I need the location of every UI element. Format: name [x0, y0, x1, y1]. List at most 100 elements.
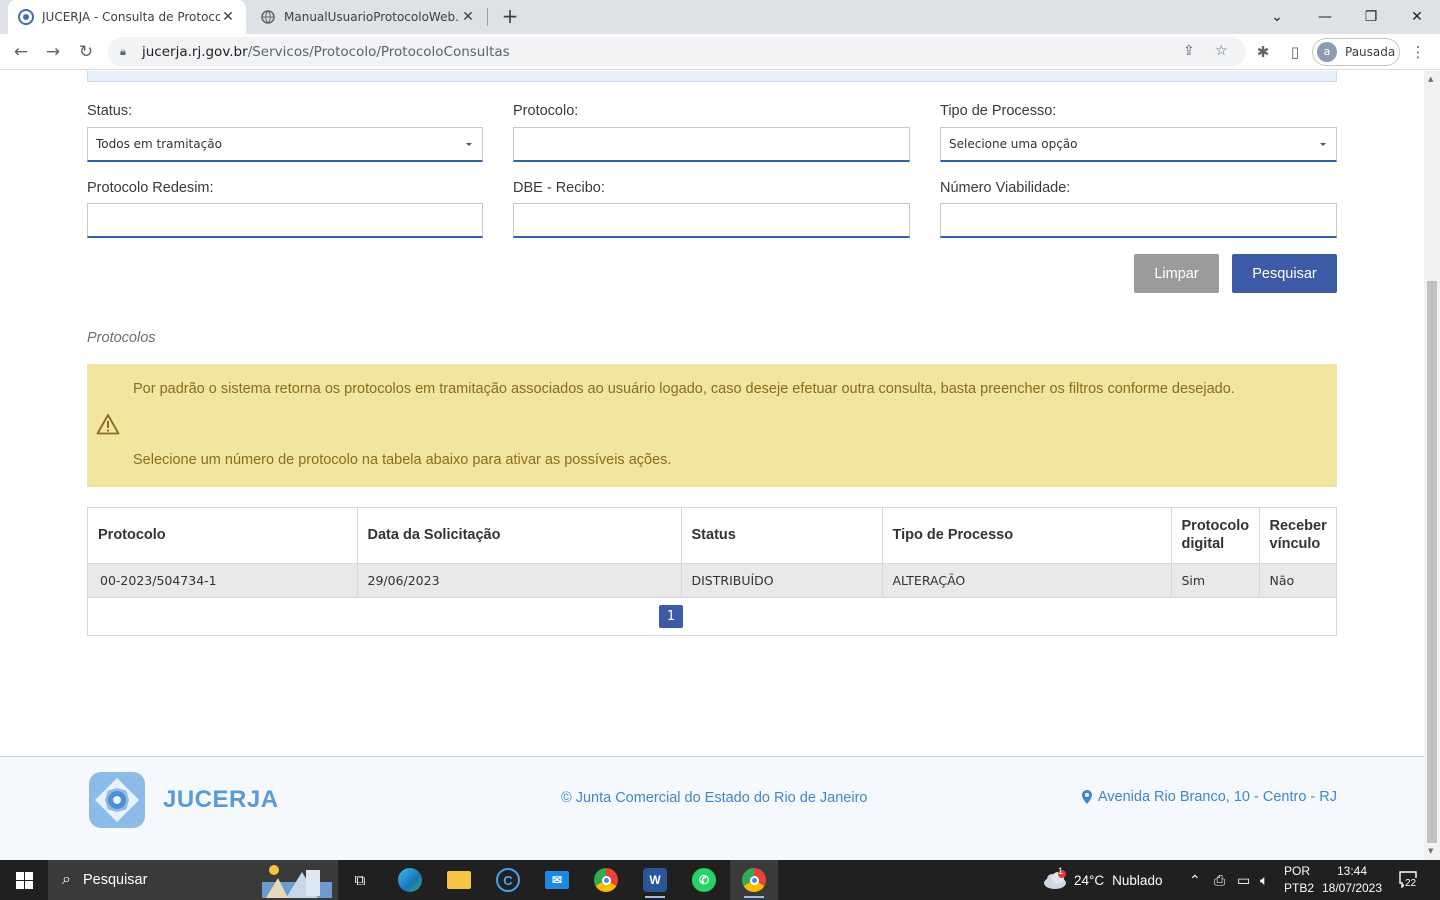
pagination-page-1[interactable]: 1 [659, 605, 683, 628]
task-view-button[interactable]: ⧉ [336, 860, 384, 900]
chevron-up-icon[interactable]: ⌃ [1189, 872, 1201, 889]
taskbar-app-mail[interactable]: ✉ [533, 860, 581, 900]
scroll-up-arrow-icon[interactable]: ▲ [1428, 75, 1433, 83]
search-icon: ⌕ [62, 871, 71, 888]
start-button[interactable] [0, 860, 48, 900]
side-panel-icon[interactable]: ▯ [1285, 42, 1305, 62]
cloud-weather-icon [1044, 870, 1066, 889]
cell-data-solicitacao: 29/06/2023 [357, 563, 682, 598]
footer-address[interactable]: Avenida Rio Branco, 10 - Centro - RJ [1081, 789, 1337, 805]
clock-date: 18/07/2023 [1321, 881, 1383, 895]
search-button[interactable]: Pesquisar [1232, 254, 1337, 293]
task-view-icon: ⧉ [354, 871, 366, 889]
minimize-button[interactable]: — [1302, 0, 1348, 34]
tab-jucerja[interactable]: JUCERJA - Consulta de Protocolo ✕ [8, 0, 246, 34]
search-highlight-illustration [262, 865, 332, 898]
jucerja-favicon-icon [18, 9, 34, 25]
volume-icon[interactable]: 🔈︎ [1260, 872, 1268, 889]
page-viewport: Status: Todos em tramitação Protocolo: T… [0, 71, 1424, 860]
scroll-down-arrow-icon[interactable]: ▼ [1428, 847, 1433, 855]
cell-protocolo[interactable]: 00-2023/504734-1 [88, 563, 358, 598]
weather-desc: Nublado [1112, 872, 1163, 888]
profile-button[interactable]: a Pausada [1312, 38, 1400, 66]
scrollbar-thumb[interactable] [1427, 281, 1437, 843]
lang-code: POR [1284, 864, 1311, 878]
input-language[interactable]: POR PTB2 [1284, 863, 1314, 897]
taskbar-app-chrome-active[interactable] [730, 860, 778, 900]
avatar: a [1317, 42, 1337, 62]
profile-status: Pausada [1345, 45, 1396, 59]
warning-icon [96, 414, 120, 435]
folder-icon [447, 871, 471, 889]
numero-viabilidade-input[interactable] [940, 203, 1337, 238]
dbe-recibo-label: DBE - Recibo: [513, 180, 605, 196]
close-window-button[interactable]: ✕ [1394, 0, 1440, 34]
close-tab-icon[interactable]: ✕ [460, 9, 476, 25]
cell-receber-vinculo: Não [1259, 563, 1336, 598]
new-tab-button[interactable]: + [498, 5, 522, 29]
map-pin-icon [1081, 790, 1092, 804]
taskbar-app-c[interactable]: C [484, 860, 532, 900]
table-row[interactable]: 00-2023/504734-1 29/06/2023 DISTRIBUÍDO … [88, 563, 1336, 598]
protocolo-redesim-label: Protocolo Redesim: [87, 180, 214, 196]
dbe-recibo-input[interactable] [513, 203, 910, 238]
col-header-data-solicitacao[interactable]: Data da Solicitação [357, 508, 682, 564]
taskbar-app-chrome[interactable] [582, 860, 630, 900]
whatsapp-icon: ✆ [692, 868, 716, 892]
status-select-value: Todos em tramitação [96, 137, 222, 151]
browser-menu-icon[interactable]: ⋮ [1408, 42, 1428, 62]
tab-title: ManualUsuarioProtocoloWeb.pdf [284, 10, 460, 24]
clear-button[interactable]: Limpar [1134, 254, 1219, 293]
url-domain: jucerja.rj.gov.br [142, 44, 248, 60]
back-button[interactable]: ← [8, 39, 34, 65]
device-icon[interactable]: ⎙ [1214, 872, 1225, 889]
edge-icon [398, 868, 422, 892]
col-header-protocolo[interactable]: Protocolo [88, 508, 358, 564]
share-icon[interactable]: ⇪ [1183, 43, 1195, 59]
taskbar-search-placeholder: Pesquisar [82, 872, 148, 888]
tab-manual-pdf[interactable]: ManualUsuarioProtocoloWeb.pdf ✕ [250, 0, 486, 34]
protocolo-input[interactable] [513, 127, 910, 162]
footer-brand: JUCERJA [163, 786, 279, 813]
col-header-tipo-processo[interactable]: Tipo de Processo [882, 508, 1172, 564]
site-footer: JUCERJA © Junta Comercial do Estado do R… [0, 756, 1424, 860]
taskbar-app-whatsapp[interactable]: ✆ [680, 860, 728, 900]
network-icon[interactable]: ▭ [1237, 872, 1250, 889]
extensions-icon[interactable]: ✱ [1253, 42, 1273, 62]
alert-message-default: Por padrão o sistema retorna os protocol… [133, 381, 1235, 397]
taskbar-app-word[interactable]: W [631, 860, 679, 900]
close-tab-icon[interactable]: ✕ [220, 9, 236, 25]
globe-icon [260, 9, 276, 25]
browser-toolbar: ← → ↻ 🔒︎ jucerja.rj.gov.br/Servicos/Prot… [0, 34, 1440, 70]
cell-status: DISTRIBUÍDO [681, 563, 883, 598]
table-header-row: Protocolo Data da Solicitação Status Tip… [88, 508, 1336, 564]
col-header-status[interactable]: Status [681, 508, 883, 564]
protocolo-redesim-input[interactable] [87, 203, 483, 238]
weather-temp: 24°C [1074, 872, 1105, 888]
tipo-processo-select[interactable]: Selecione uma opção [940, 127, 1337, 162]
notification-center[interactable]: 22 [1398, 870, 1422, 892]
tab-search-icon[interactable]: ⌄ [1254, 0, 1300, 34]
page-scrollbar[interactable]: ▲ ▼ [1424, 71, 1440, 860]
clock[interactable]: 13:44 18/07/2023 [1318, 863, 1386, 897]
bookmark-star-icon[interactable]: ☆ [1215, 43, 1228, 59]
status-select[interactable]: Todos em tramitação [87, 127, 483, 162]
taskbar-search[interactable]: ⌕ Pesquisar [48, 860, 338, 900]
chrome-icon [742, 868, 766, 892]
forward-button[interactable]: → [40, 39, 66, 65]
taskbar-app-file-explorer[interactable] [435, 860, 483, 900]
info-alert: Por padrão o sistema retorna os protocol… [87, 364, 1337, 487]
footer-copyright[interactable]: © Junta Comercial do Estado do Rio de Ja… [561, 790, 868, 806]
lock-icon: 🔒︎ [120, 45, 126, 58]
tab-separator [487, 8, 488, 26]
restore-button[interactable]: ❐ [1348, 0, 1394, 34]
windows-taskbar: ⌕ Pesquisar ⧉ C ✉ W ✆ 1 24°C Nublado ⌃ ⎙… [0, 860, 1440, 900]
address-bar[interactable]: 🔒︎ jucerja.rj.gov.br/Servicos/Protocolo/… [108, 37, 1246, 67]
weather-widget[interactable]: 1 24°C Nublado [1042, 860, 1162, 900]
reload-button[interactable]: ↻ [73, 39, 99, 65]
taskbar-app-edge[interactable] [386, 860, 434, 900]
col-header-protocolo-digital[interactable]: Protocolo digital [1171, 508, 1260, 564]
col-header-receber-vinculo[interactable]: Receber vínculo [1259, 508, 1336, 564]
keyboard-layout: PTB2 [1284, 881, 1315, 895]
status-label: Status: [87, 103, 133, 119]
